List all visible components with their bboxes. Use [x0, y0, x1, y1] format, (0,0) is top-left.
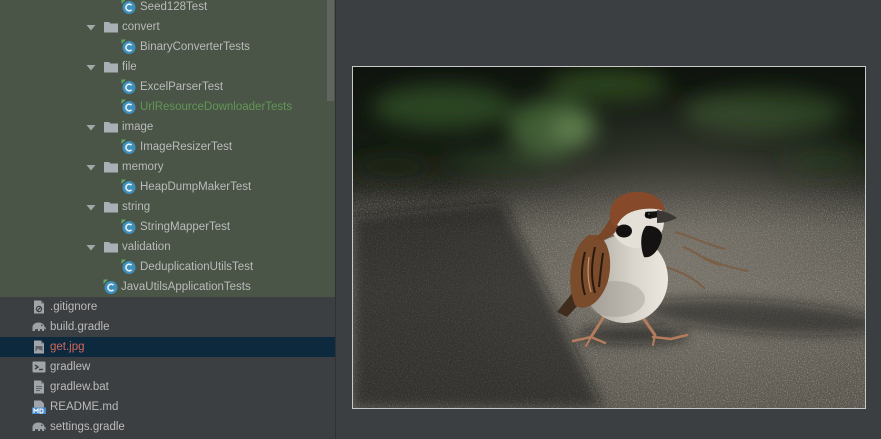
tree-folder-validation[interactable]: validation: [0, 237, 335, 257]
tree-folder-file[interactable]: file: [0, 57, 335, 77]
image-preview: [352, 66, 866, 409]
text-file-icon: [31, 379, 47, 395]
tree-scrollbar-thumb[interactable]: [327, 0, 334, 101]
tree-item-label: settings.gradle: [50, 421, 125, 433]
folder-icon: [103, 199, 119, 215]
tree-folder-convert[interactable]: convert: [0, 17, 335, 37]
tree-item-excelparsertest[interactable]: ExcelParserTest: [0, 77, 335, 97]
tree-item-label: memory: [122, 161, 164, 173]
tree-item-label: HeapDumpMakerTest: [140, 181, 252, 193]
chevron-down-icon[interactable]: [83, 59, 99, 75]
project-tree[interactable]: Seed128Test convert BinaryConverterTests…: [0, 0, 335, 439]
folder-icon: [103, 159, 119, 175]
tree-folder-image[interactable]: image: [0, 117, 335, 137]
tree-item-label: validation: [122, 241, 171, 253]
chevron-down-icon[interactable]: [83, 199, 99, 215]
tree-item-label: README.md: [50, 401, 119, 413]
tree-item-urlresourcedownloadertests[interactable]: UrlResourceDownloaderTests: [0, 97, 335, 117]
gradle-icon: [31, 419, 47, 435]
tree-item-label: convert: [122, 21, 160, 33]
tree-item-gradlew-bat[interactable]: gradlew.bat: [0, 377, 335, 397]
ignore-file-icon: [31, 299, 47, 315]
tree-item-label: UrlResourceDownloaderTests: [140, 101, 293, 113]
image-viewer: [336, 0, 881, 439]
tree-item-label: JavaUtilsApplicationTests: [121, 281, 251, 293]
test-class-icon: [121, 219, 137, 235]
tree-folder-memory[interactable]: memory: [0, 157, 335, 177]
tree-item-imageresizertest[interactable]: ImageResizerTest: [0, 137, 335, 157]
tree-item-settings-gradle[interactable]: settings.gradle: [0, 417, 335, 437]
sparrow-cheek-spot: [616, 224, 632, 238]
tree-item-readme[interactable]: README.md: [0, 397, 335, 417]
test-class-icon: [121, 0, 137, 15]
tree-item-seed128test[interactable]: Seed128Test: [0, 0, 335, 17]
tree-item-label: ExcelParserTest: [140, 81, 224, 93]
tree-item-label: image: [122, 121, 154, 133]
folder-icon: [103, 119, 119, 135]
tree-item-label: build.gradle: [50, 321, 110, 333]
tree-item-label: gradlew.bat: [50, 381, 109, 393]
chevron-down-icon[interactable]: [83, 19, 99, 35]
tree-item-build-gradle[interactable]: build.gradle: [0, 317, 335, 337]
test-class-icon: [121, 179, 137, 195]
tree-item-heapdumpmakertest[interactable]: HeapDumpMakerTest: [0, 177, 335, 197]
chevron-down-icon[interactable]: [83, 239, 99, 255]
folder-icon: [103, 19, 119, 35]
test-class-icon: [121, 39, 137, 55]
test-class-icon: [121, 79, 137, 95]
chevron-down-icon[interactable]: [83, 159, 99, 175]
tree-item-label: gradlew: [50, 361, 91, 373]
folder-icon: [103, 239, 119, 255]
test-class-icon: [121, 99, 137, 115]
chevron-down-icon[interactable]: [83, 119, 99, 135]
test-class-icon: [103, 279, 119, 295]
tree-item-label: StringMapperTest: [140, 221, 231, 233]
tree-item-binaryconvertertests[interactable]: BinaryConverterTests: [0, 37, 335, 57]
markdown-file-icon: [31, 399, 47, 415]
tree-item-label: get.jpg: [50, 341, 85, 353]
tree-item-label: DeduplicationUtilsTest: [140, 261, 254, 273]
tree-item-gitignore[interactable]: .gitignore: [0, 297, 335, 317]
tree-item-label: ImageResizerTest: [140, 141, 233, 153]
gradle-icon: [31, 319, 47, 335]
tree-item-label: Seed128Test: [140, 1, 208, 13]
sparrow-eye: [644, 211, 652, 219]
shell-script-icon: [31, 359, 47, 375]
tree-item-deduplicationutilstest[interactable]: DeduplicationUtilsTest: [0, 257, 335, 277]
tree-item-label: file: [122, 61, 137, 73]
tree-folder-string[interactable]: string: [0, 197, 335, 217]
sparrow-photo: [353, 67, 865, 408]
image-file-icon: [31, 339, 47, 355]
tree-item-label: BinaryConverterTests: [140, 41, 250, 53]
tree-item-label: .gitignore: [50, 301, 98, 313]
test-class-icon: [121, 139, 137, 155]
tree-item-stringmappertest[interactable]: StringMapperTest: [0, 217, 335, 237]
tree-item-gradlew[interactable]: gradlew: [0, 357, 335, 377]
test-class-icon: [121, 259, 137, 275]
tree-item-label: string: [122, 201, 151, 213]
ide-window: Seed128Test convert BinaryConverterTests…: [0, 0, 881, 439]
tree-item-javautilsapplicationtests[interactable]: JavaUtilsApplicationTests: [0, 277, 335, 297]
folder-icon: [103, 59, 119, 75]
tree-item-get-jpg[interactable]: get.jpg: [0, 337, 335, 357]
